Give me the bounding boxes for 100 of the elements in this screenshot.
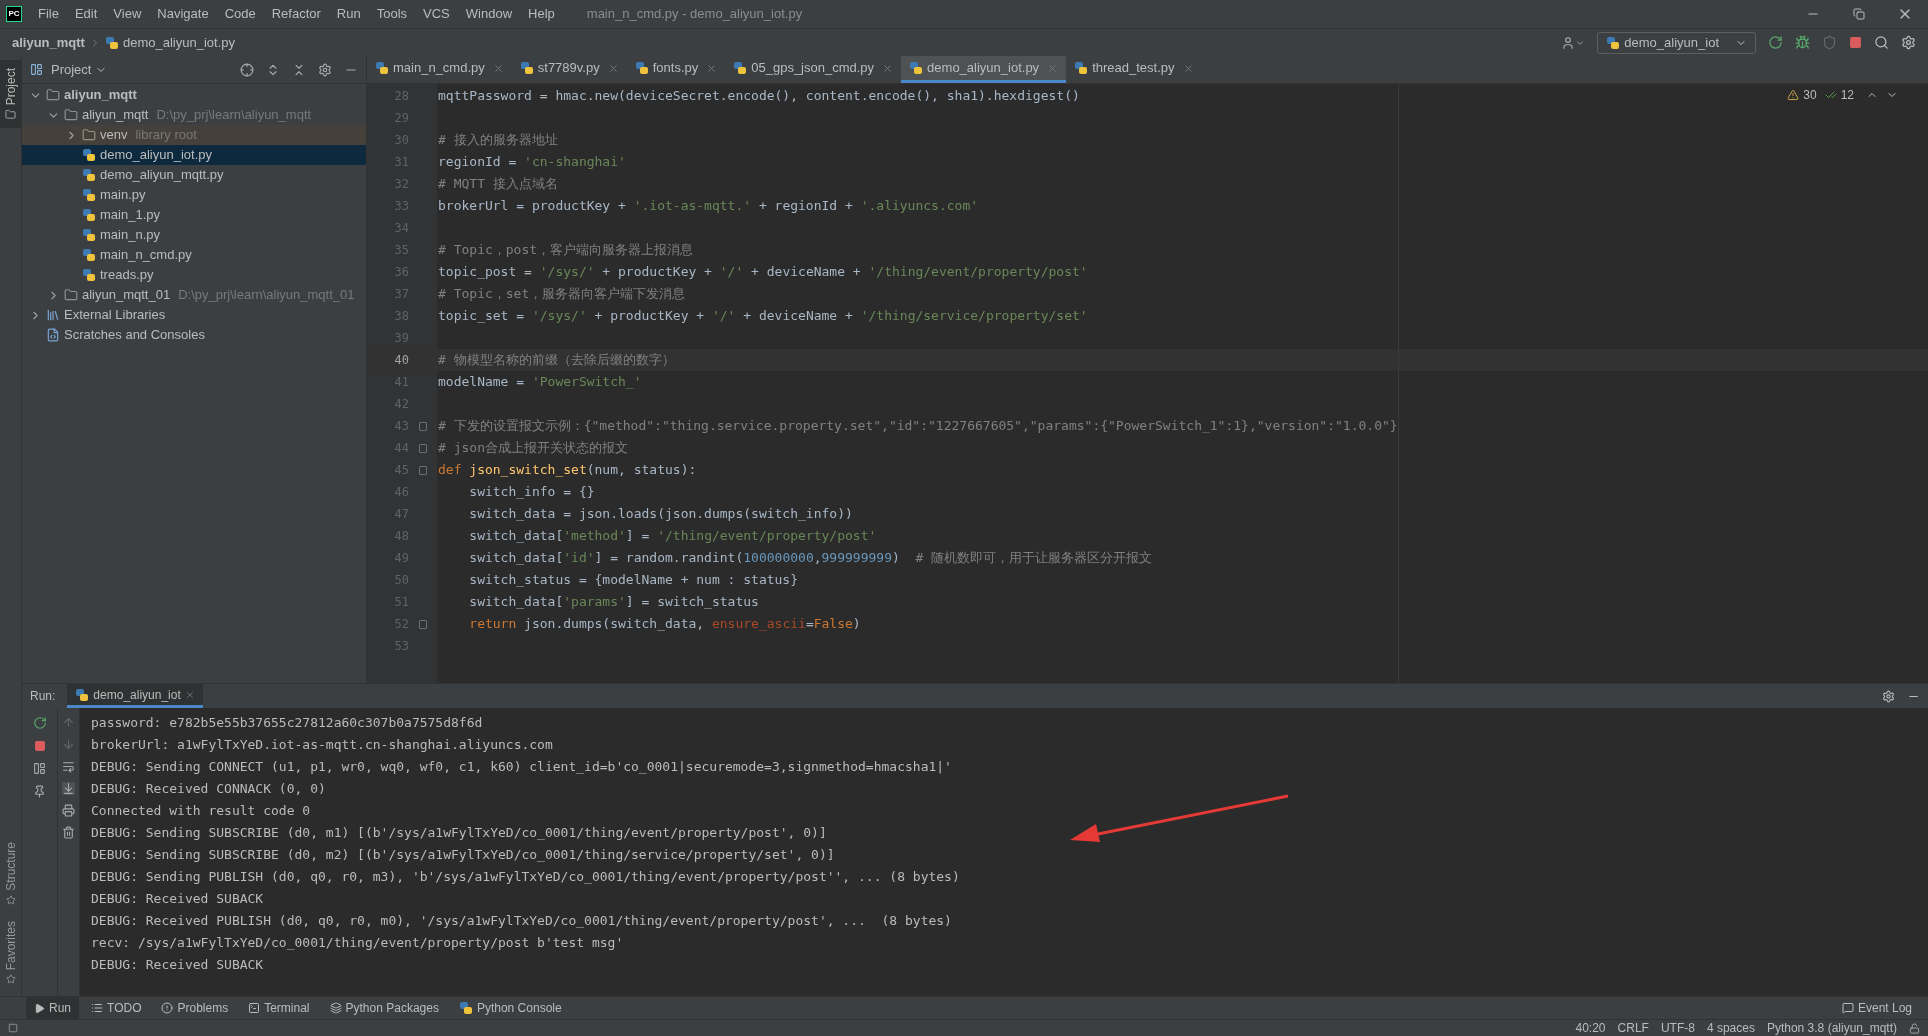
- status-item[interactable]: UTF-8: [1660, 1019, 1695, 1036]
- layout-icon[interactable]: [33, 762, 46, 775]
- tree-item[interactable]: demo_aliyun_mqtt.py: [22, 165, 366, 185]
- down-arrow-icon[interactable]: [62, 738, 75, 751]
- tree-item[interactable]: Scratches and Consoles: [22, 325, 366, 345]
- run-config-dropdown[interactable]: demo_aliyun_iot: [1597, 31, 1756, 54]
- editor-tab[interactable]: fonts.py: [626, 56, 726, 83]
- menu-item[interactable]: Code: [216, 4, 264, 24]
- search-icon[interactable]: [1874, 35, 1889, 50]
- close-icon[interactable]: [1182, 62, 1194, 74]
- editor-tab[interactable]: thread_test.py: [1066, 56, 1202, 83]
- tree-item[interactable]: main.py: [22, 185, 366, 205]
- tree-item[interactable]: aliyun_mqtt_01 D:\py_prj\learn\aliyun_mqtt_01: [22, 285, 366, 305]
- coverage-icon[interactable]: [1822, 35, 1837, 50]
- fold-marker-icon[interactable]: [419, 443, 427, 453]
- console-line: brokerUrl: a1wFylTxYeD.iot-as-mqtt.cn-shanghai.aliyuncs.com: [91, 736, 554, 754]
- collapse-all-icon[interactable]: [292, 62, 306, 77]
- close-icon[interactable]: [706, 62, 718, 74]
- bug-icon[interactable]: [1795, 35, 1810, 50]
- editor-tab[interactable]: demo_aliyun_iot.py: [901, 56, 1067, 83]
- menu-item[interactable]: Edit: [66, 4, 106, 24]
- menu-item[interactable]: Navigate: [149, 4, 217, 24]
- tree-item[interactable]: venv library root: [22, 125, 366, 145]
- breadcrumb-item[interactable]: demo_aliyun_iot.py: [122, 32, 235, 53]
- speech-bubble-icon: [1841, 1002, 1854, 1014]
- window-title: main_n_cmd.py - demo_aliyun_iot.py: [586, 5, 803, 24]
- menu-item[interactable]: File: [30, 4, 67, 24]
- side-tab[interactable]: Structure: [0, 833, 21, 913]
- close-icon[interactable]: [1047, 62, 1059, 74]
- tool-window-button[interactable]: Python Packages: [321, 997, 447, 1019]
- tool-window-button[interactable]: Run: [26, 997, 79, 1019]
- tree-item[interactable]: treads.py: [22, 265, 366, 285]
- fold-marker-icon[interactable]: [419, 421, 427, 431]
- breadcrumb-item[interactable]: aliyun_mqtt: [12, 32, 85, 53]
- code-line: # 下发的设置报文示例：{"method":"thing.service.property.set","id":"1227667605","params":{"PowerSwitch_1":1},"version":"1.0.0"}: [438, 417, 1398, 436]
- close-icon[interactable]: [492, 62, 504, 74]
- tool-window-button[interactable]: Python Console: [450, 997, 570, 1019]
- status-item[interactable]: CRLF: [1617, 1019, 1649, 1036]
- python-file-icon: [733, 61, 748, 75]
- editor-tab[interactable]: st7789v.py: [511, 56, 627, 83]
- tree-item-label: demo_aliyun_mqtt.py: [100, 166, 224, 185]
- panel-icon: [30, 63, 43, 76]
- status-item[interactable]: Python 3.8 (aliyun_mqtt): [1766, 1019, 1897, 1036]
- tree-item[interactable]: demo_aliyun_iot.py: [22, 145, 366, 165]
- locate-icon[interactable]: [240, 62, 254, 77]
- python-file-icon: [82, 268, 96, 282]
- tree-item[interactable]: External Libraries: [22, 305, 366, 325]
- console-line: recv: /sys/a1wFylTxYeD/co_0001/thing/event/property/post b'test msg': [91, 934, 625, 952]
- menu-item[interactable]: Window: [457, 4, 521, 24]
- soft-wrap-icon[interactable]: [62, 760, 75, 773]
- run-tab[interactable]: demo_aliyun_iot: [67, 684, 203, 708]
- trash-icon[interactable]: [62, 826, 75, 839]
- panel-toggle-icon[interactable]: [8, 1023, 18, 1033]
- tree-item[interactable]: main_n_cmd.py: [22, 245, 366, 265]
- tool-window-button[interactable]: Problems: [153, 997, 237, 1019]
- scroll-to-end-icon[interactable]: [62, 782, 75, 795]
- close-icon[interactable]: [882, 62, 894, 74]
- status-item[interactable]: 4 spaces: [1706, 1019, 1755, 1036]
- lock-icon[interactable]: [1909, 1022, 1920, 1034]
- tree-item-label: main_n.py: [100, 226, 160, 245]
- tree-item[interactable]: aliyun_mqtt: [22, 85, 366, 105]
- close-icon[interactable]: [607, 62, 619, 74]
- close-icon[interactable]: [184, 689, 195, 700]
- menu-item[interactable]: VCS: [415, 4, 458, 24]
- rerun-icon[interactable]: [1768, 35, 1783, 50]
- up-arrow-icon[interactable]: [62, 716, 75, 729]
- editor-tab[interactable]: main_n_cmd.py: [367, 56, 512, 83]
- tree-item-hint: library root: [135, 126, 197, 145]
- print-icon[interactable]: [62, 804, 75, 817]
- settings-icon[interactable]: [318, 62, 332, 77]
- side-tab[interactable]: Project: [0, 60, 21, 129]
- tool-window-button[interactable]: TODO: [83, 997, 150, 1019]
- rerun-icon[interactable]: [32, 716, 47, 730]
- stop-icon[interactable]: [1849, 36, 1862, 49]
- fold-marker-icon[interactable]: [419, 465, 427, 475]
- menu-item[interactable]: View: [105, 4, 150, 24]
- warning-icon: [1787, 89, 1800, 101]
- side-tab[interactable]: Favorites: [0, 912, 21, 992]
- menu-item[interactable]: Refactor: [263, 4, 329, 24]
- code-line: switch_data['method'] = '/thing/event/property/post': [468, 527, 877, 546]
- tree-item[interactable]: main_n.py: [22, 225, 366, 245]
- user-icon[interactable]: [1561, 35, 1586, 50]
- settings-icon[interactable]: [1882, 689, 1895, 703]
- pin-icon[interactable]: [33, 785, 46, 798]
- event-log-button[interactable]: Event Log: [1841, 999, 1912, 1017]
- settings-icon[interactable]: [1901, 35, 1916, 50]
- editor-tab[interactable]: 05_gps_json_cmd.py: [725, 56, 902, 83]
- fold-marker-icon[interactable]: [419, 619, 427, 629]
- tool-window-button[interactable]: Terminal: [240, 997, 318, 1019]
- menu-item[interactable]: Run: [328, 4, 369, 24]
- code-line: def json_switch_set(num, status):: [438, 461, 697, 480]
- stop-icon[interactable]: [33, 740, 46, 752]
- tree-item[interactable]: main_1.py: [22, 205, 366, 225]
- code-line: # MQTT 接入点域名: [438, 175, 558, 194]
- menu-item[interactable]: Tools: [368, 4, 416, 24]
- tree-item[interactable]: aliyun_mqtt D:\py_prj\learn\aliyun_mqtt: [22, 105, 366, 125]
- menu-item[interactable]: Help: [520, 4, 563, 24]
- status-item[interactable]: 40:20: [1575, 1019, 1606, 1036]
- panel-title[interactable]: Project: [51, 59, 92, 80]
- console-line: DEBUG: Sending SUBSCRIBE (d0, m2) [(b'/sys/a1wFylTxYeD/co_0001/thing/service/property/set', 0)]: [91, 846, 836, 864]
